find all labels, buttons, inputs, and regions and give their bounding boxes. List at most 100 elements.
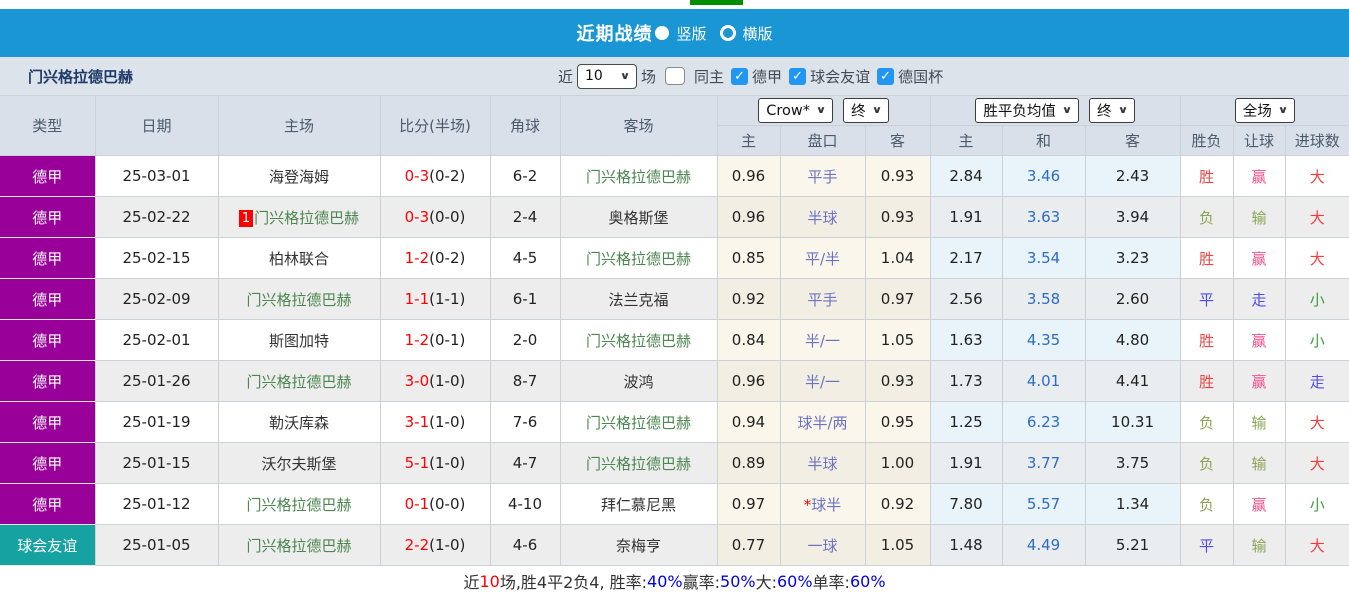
vertical-layout-radio[interactable] <box>655 26 669 40</box>
avg-draw-cell: 4.01 <box>1002 361 1085 402</box>
avg-type-select[interactable]: 胜平负均值∨ <box>975 98 1079 123</box>
horizontal-layout-label[interactable]: 横版 <box>743 23 773 44</box>
type-cell: 德甲 <box>0 320 95 361</box>
home-team-cell: 门兴格拉德巴赫 <box>218 361 380 402</box>
handicap-cell: 平手 <box>780 156 865 197</box>
half-time-score: (1-0) <box>429 454 465 472</box>
avg-home-cell: 7.80 <box>930 484 1002 525</box>
away-odds-cell: 0.93 <box>865 197 930 238</box>
date-cell: 25-02-22 <box>95 197 218 238</box>
away-team-cell: 门兴格拉德巴赫 <box>560 402 717 443</box>
col-header-date: 日期 <box>95 96 218 156</box>
away-odds-cell: 0.92 <box>865 484 930 525</box>
avg-draw-cell: 3.77 <box>1002 443 1085 484</box>
result-wdl-cell: 胜 <box>1180 238 1233 279</box>
table-row: 德甲25-02-221门兴格拉德巴赫0-3(0-0)2-4奥格斯堡0.96半球0… <box>0 197 1349 238</box>
home-odds-cell: 0.97 <box>717 484 780 525</box>
horizontal-layout-radio[interactable] <box>720 25 736 41</box>
full-time-score: 0-3 <box>405 208 430 226</box>
chevron-down-icon: ∨ <box>620 71 631 82</box>
date-cell: 25-01-19 <box>95 402 218 443</box>
half-time-score: (0-2) <box>429 167 465 185</box>
league-checkbox-friendly[interactable]: ✓ <box>789 68 806 85</box>
avg-home-cell: 2.84 <box>930 156 1002 197</box>
odds-company-select[interactable]: Crow*∨ <box>758 98 833 123</box>
home-team-name: 门兴格拉德巴赫 <box>254 209 359 227</box>
away-team-cell: 拜仁慕尼黑 <box>560 484 717 525</box>
sub-header-avg-home: 主 <box>930 126 1002 156</box>
result-goals-cell: 大 <box>1285 443 1349 484</box>
result-handicap-cell: 输 <box>1233 525 1285 566</box>
away-team-name: 奈梅亨 <box>616 537 661 555</box>
same-home-checkbox[interactable] <box>665 67 685 85</box>
home-team-name: 海登海姆 <box>269 168 329 186</box>
home-odds-cell: 0.92 <box>717 279 780 320</box>
away-team-cell: 波鸿 <box>560 361 717 402</box>
score-cell: 0-3(0-0) <box>380 197 490 238</box>
handicap-cell: 半/一 <box>780 320 865 361</box>
handicap-cell: 半/一 <box>780 361 865 402</box>
home-team-name: 沃尔夫斯堡 <box>261 455 336 473</box>
type-cell: 德甲 <box>0 156 95 197</box>
sub-header-odds-home: 主 <box>717 126 780 156</box>
footer-text-segment: 赢率: <box>683 569 720 593</box>
footer-text-segment: 单率: <box>813 569 850 593</box>
handicap-cell: 平/半 <box>780 238 865 279</box>
score-cell: 1-2(0-2) <box>380 238 490 279</box>
result-wdl-cell: 负 <box>1180 197 1233 238</box>
type-cell: 德甲 <box>0 484 95 525</box>
league-checkbox-bundesliga[interactable]: ✓ <box>731 68 748 85</box>
result-wdl-cell: 胜 <box>1180 320 1233 361</box>
handicap-cell: 球半/两 <box>780 402 865 443</box>
half-time-score: (1-0) <box>429 372 465 390</box>
away-team-cell: 法兰克福 <box>560 279 717 320</box>
away-team-name: 波鸿 <box>623 373 653 391</box>
corner-cell: 6-1 <box>490 279 560 320</box>
rank-badge: 1 <box>239 210 253 227</box>
col-header-corner: 角球 <box>490 96 560 156</box>
full-time-score: 0-1 <box>405 495 430 513</box>
odds-time-select-2[interactable]: 终∨ <box>1089 98 1135 123</box>
league-label-cup: 德国杯 <box>898 66 943 87</box>
avg-draw-cell: 3.63 <box>1002 197 1085 238</box>
home-team-cell: 门兴格拉德巴赫 <box>218 484 380 525</box>
footer-text-segment: 60% <box>777 572 813 591</box>
date-cell: 25-02-15 <box>95 238 218 279</box>
vertical-layout-label[interactable]: 竖版 <box>676 23 706 44</box>
full-time-score: 1-2 <box>405 249 430 267</box>
date-cell: 25-02-09 <box>95 279 218 320</box>
avg-away-cell: 10.31 <box>1085 402 1180 443</box>
home-odds-cell: 0.94 <box>717 402 780 443</box>
league-checkbox-cup[interactable]: ✓ <box>877 68 894 85</box>
scope-select[interactable]: 全场∨ <box>1235 98 1295 123</box>
type-cell: 德甲 <box>0 238 95 279</box>
corner-cell: 6-2 <box>490 156 560 197</box>
avg-away-cell: 4.41 <box>1085 361 1180 402</box>
result-goals-cell: 大 <box>1285 402 1349 443</box>
chevron-down-icon: ∨ <box>816 105 827 116</box>
table-row: 德甲25-03-01海登海姆0-3(0-2)6-2门兴格拉德巴赫0.96平手0.… <box>0 156 1349 197</box>
avg-draw-cell: 4.35 <box>1002 320 1085 361</box>
away-odds-cell: 1.05 <box>865 320 930 361</box>
results-table: 类型 日期 主场 比分(半场) 角球 客场 Crow*∨ 终∨ 胜平负均值∨ 终… <box>0 95 1349 566</box>
score-cell: 0-1(0-0) <box>380 484 490 525</box>
sub-header-avg-away: 客 <box>1085 126 1180 156</box>
date-cell: 25-01-12 <box>95 484 218 525</box>
full-time-score: 1-1 <box>405 290 430 308</box>
footer-text-segment: 40% <box>647 572 683 591</box>
odds-time-select-1[interactable]: 终∨ <box>843 98 889 123</box>
half-time-score: (1-0) <box>429 413 465 431</box>
away-team-cell: 门兴格拉德巴赫 <box>560 156 717 197</box>
full-time-score: 2-2 <box>405 536 430 554</box>
home-team-cell: 沃尔夫斯堡 <box>218 443 380 484</box>
type-cell: 球会友谊 <box>0 525 95 566</box>
away-team-cell: 门兴格拉德巴赫 <box>560 238 717 279</box>
league-label-friendly: 球会友谊 <box>810 66 870 87</box>
away-odds-cell: 0.97 <box>865 279 930 320</box>
match-count-select[interactable]: 10∨ <box>577 64 637 89</box>
away-team-name: 奥格斯堡 <box>608 209 668 227</box>
handicap-text: 半球 <box>807 455 837 473</box>
same-home-label: 同主 <box>694 66 724 87</box>
avg-away-cell: 5.21 <box>1085 525 1180 566</box>
home-team-name: 门兴格拉德巴赫 <box>246 496 351 514</box>
